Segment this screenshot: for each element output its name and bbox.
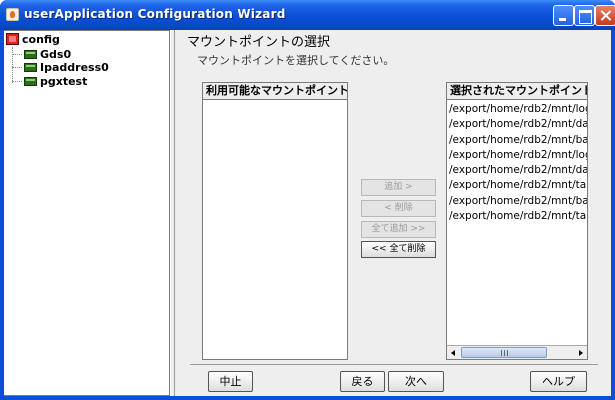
resource-icon xyxy=(24,63,37,72)
page-title: マウントポイントの選択 xyxy=(187,35,331,50)
list-item[interactable]: /export/home/rdb2/mnt/backup_ xyxy=(448,194,587,209)
selected-mountpoints-list[interactable]: 選択されたマウントポイント /export/home/rdb2/mnt/log … xyxy=(446,82,588,360)
config-tree: config Gds0 Ipaddress0 pgxtest xyxy=(4,30,170,396)
list-item[interactable]: /export/home/rdb2/mnt/backup xyxy=(448,133,587,148)
grip-icon xyxy=(501,350,508,356)
wizard-window: userApplication Configuration Wizard con… xyxy=(0,0,615,400)
tree-root-label: config xyxy=(22,32,60,46)
available-mountpoints-list[interactable]: 利用可能なマウントポイント xyxy=(202,82,348,360)
app-icon xyxy=(6,8,19,21)
tree-child-label: pgxtest xyxy=(40,75,88,88)
resource-icon xyxy=(24,77,37,86)
wizard-content: マウントポイントの選択 マウントポイントを選択してください。 利用可能なマウント… xyxy=(176,30,611,396)
title-bar[interactable]: userApplication Configuration Wizard xyxy=(0,0,615,30)
list-item[interactable]: /export/home/rdb2/mnt/log_mo xyxy=(448,148,587,163)
list-item[interactable]: /export/home/rdb2/mnt/tablespa xyxy=(448,178,587,193)
config-root-icon xyxy=(6,33,19,45)
add-button[interactable]: 追加 > xyxy=(361,179,436,196)
scroll-right-icon[interactable] xyxy=(574,347,586,359)
next-button[interactable]: 次へ xyxy=(388,371,444,392)
tree-node-ipaddress0[interactable]: Ipaddress0 xyxy=(12,60,109,75)
list-item[interactable]: /export/home/rdb2/mnt/tablespa xyxy=(448,209,587,224)
selected-list-header: 選択されたマウントポイント xyxy=(447,83,587,100)
cancel-button[interactable]: 中止 xyxy=(208,371,253,392)
list-item[interactable]: /export/home/rdb2/mnt/data_m xyxy=(448,163,587,178)
close-button[interactable] xyxy=(595,5,615,26)
add-all-button[interactable]: 全て追加 >> xyxy=(361,221,436,238)
maximize-button[interactable] xyxy=(574,5,595,26)
tree-node-pgxtest[interactable]: pgxtest xyxy=(12,74,87,89)
tree-node-config[interactable]: config xyxy=(6,31,60,47)
back-button[interactable]: 戻る xyxy=(340,371,385,392)
remove-all-button[interactable]: << 全て削除 xyxy=(361,241,436,258)
window-title: userApplication Configuration Wizard xyxy=(24,7,286,21)
list-item[interactable]: /export/home/rdb2/mnt/data xyxy=(448,117,587,132)
tree-child-label: Ipaddress0 xyxy=(40,61,109,74)
resource-icon xyxy=(24,50,37,59)
list-item[interactable]: /export/home/rdb2/mnt/log xyxy=(448,102,587,117)
selected-items: /export/home/rdb2/mnt/log /export/home/r… xyxy=(448,102,587,224)
remove-button[interactable]: < 削除 xyxy=(361,200,436,217)
client-area: config Gds0 Ipaddress0 pgxtest マウントポイントの… xyxy=(4,30,611,396)
help-button[interactable]: ヘルプ xyxy=(530,371,587,392)
available-list-header: 利用可能なマウントポイント xyxy=(203,83,347,100)
instruction-text: マウントポイントを選択してください。 xyxy=(197,54,395,67)
scrollbar-thumb[interactable] xyxy=(461,347,547,358)
split-pane-divider[interactable] xyxy=(170,30,175,396)
scroll-left-icon[interactable] xyxy=(448,347,460,359)
minimize-button[interactable] xyxy=(553,5,574,26)
horizontal-scrollbar[interactable] xyxy=(447,345,587,359)
footer-divider xyxy=(190,364,598,365)
